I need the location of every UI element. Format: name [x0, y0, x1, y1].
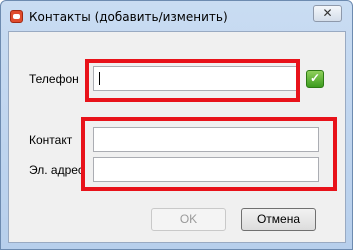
- ok-button[interactable]: OK: [151, 208, 226, 231]
- title-bar[interactable]: Контакты (добавить/изменить) ✕: [1, 1, 352, 31]
- check-icon[interactable]: ✓: [306, 70, 324, 88]
- dialog-window: Контакты (добавить/изменить) ✕ Телефон ✓…: [0, 0, 353, 250]
- phone-highlight-box: [85, 59, 300, 102]
- phone-book-icon: [10, 10, 23, 23]
- phone-label: Телефон: [29, 72, 79, 86]
- contact-label: Контакт: [29, 133, 73, 147]
- contact-email-highlight-box: [81, 117, 337, 191]
- cancel-button[interactable]: Отмена: [241, 208, 316, 231]
- window-title: Контакты (добавить/изменить): [29, 10, 228, 24]
- close-button[interactable]: ✕: [313, 5, 342, 22]
- email-label: Эл. адрес: [29, 163, 84, 177]
